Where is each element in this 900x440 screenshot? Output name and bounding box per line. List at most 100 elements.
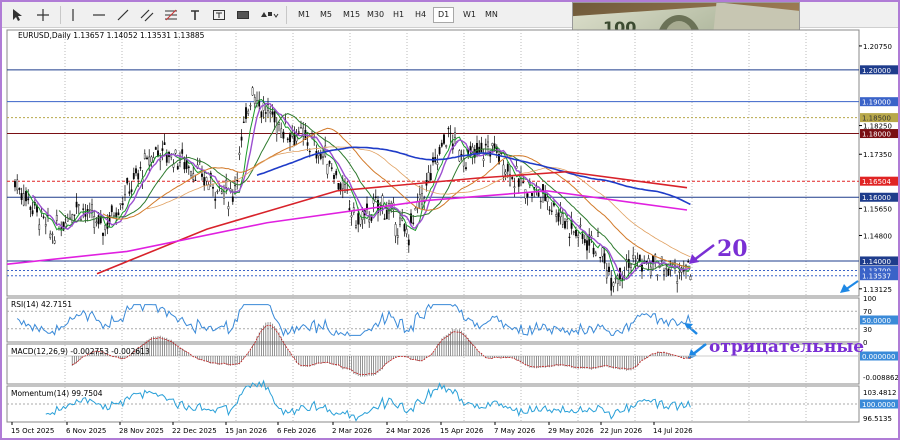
candle-body — [546, 197, 549, 202]
candle-body — [247, 110, 250, 114]
candle-body — [71, 214, 74, 223]
candle-body — [649, 266, 652, 276]
candle-body — [110, 205, 113, 213]
candle-body — [361, 211, 364, 220]
candle-body — [214, 198, 217, 201]
candle-body — [401, 217, 404, 221]
candle-body — [201, 173, 203, 177]
candle-body — [630, 264, 632, 268]
candle-body — [357, 213, 360, 225]
candle-body — [251, 87, 254, 96]
hline-icon[interactable] — [90, 6, 108, 24]
trendline-icon[interactable] — [114, 6, 132, 24]
candle-body — [623, 275, 626, 277]
rectangle-icon[interactable] — [234, 6, 252, 24]
time-axis-label: 24 Mar 2026 — [386, 427, 431, 435]
candle-body — [163, 142, 166, 146]
candle-body — [438, 147, 441, 155]
candle-body — [27, 198, 30, 201]
text-icon[interactable] — [186, 6, 204, 24]
candle-body — [18, 187, 21, 190]
candle-body — [194, 179, 197, 182]
candle-body — [480, 142, 483, 153]
candle-body — [269, 111, 272, 114]
candle-body — [641, 264, 643, 272]
candle-body — [561, 213, 564, 225]
time-axis-label: 15 Jan 2026 — [225, 427, 268, 435]
candle-body — [374, 196, 377, 198]
candle-body — [418, 194, 421, 200]
candle-body — [504, 171, 507, 175]
candle-body — [264, 112, 267, 114]
timeframe-m15-button[interactable]: M15 — [339, 7, 364, 23]
candle-body — [126, 178, 129, 184]
candle-body — [293, 134, 296, 146]
timeframe-mn-button[interactable]: MN — [481, 7, 502, 23]
time-axis-label: 28 Nov 2025 — [119, 427, 164, 435]
timeframe-m1-button[interactable]: M1 — [294, 7, 314, 23]
crosshair-icon[interactable] — [34, 6, 52, 24]
candle-body — [289, 134, 291, 143]
candle-body — [14, 181, 16, 188]
rsi-tick-label: 30 — [863, 326, 872, 334]
price-tick-label: 1.13125 — [863, 286, 892, 294]
candle-body — [566, 219, 569, 222]
candle-body — [124, 193, 126, 198]
candle-body — [638, 254, 641, 261]
timeframe-h1-button[interactable]: H1 — [389, 7, 408, 23]
candle-body — [128, 191, 131, 194]
candle-body — [594, 252, 597, 256]
candle-body — [614, 278, 617, 280]
candle-body — [381, 195, 384, 206]
label-icon[interactable] — [210, 6, 228, 24]
fibonacci-icon[interactable] — [162, 6, 180, 24]
candle-body — [234, 184, 236, 187]
vline-icon[interactable] — [66, 6, 80, 24]
candle-body — [306, 142, 309, 146]
candle-body — [278, 122, 280, 125]
timeframe-w1-button[interactable]: W1 — [459, 7, 480, 23]
candle-body — [117, 212, 120, 216]
candle-body — [443, 134, 445, 144]
candle-body — [396, 235, 399, 238]
candle-body — [183, 162, 186, 170]
candle-body — [262, 102, 265, 111]
time-axis-label: 6 Nov 2025 — [66, 427, 106, 435]
candle-body — [49, 233, 52, 238]
candle-body — [350, 215, 353, 218]
candle-body — [524, 189, 527, 199]
candle-body — [220, 191, 223, 194]
candle-body — [119, 203, 122, 206]
candle-body — [150, 156, 153, 163]
candle-body — [599, 256, 602, 259]
candle-body — [513, 186, 516, 188]
chart-area[interactable]: 1.20000 1.19000 1.18500 1.18000 1.16504 1.160… — [2, 28, 899, 438]
momentum-tick-label: 96.5135 — [863, 415, 892, 423]
candle-body — [487, 141, 489, 147]
candle-body — [531, 193, 533, 196]
timeframe-m30-button[interactable]: M30 — [363, 7, 388, 23]
candle-body — [73, 214, 76, 216]
candle-body — [663, 270, 665, 275]
timeframe-m5-button[interactable]: M5 — [316, 7, 336, 23]
price-level-label: 1.16504 — [862, 178, 891, 186]
candle-body — [16, 179, 19, 191]
channel-icon[interactable] — [138, 6, 156, 24]
candle-body — [161, 148, 164, 151]
candle-body — [689, 276, 692, 280]
cursor-icon[interactable] — [8, 6, 26, 24]
candle-body — [526, 193, 529, 197]
candle-body — [317, 153, 320, 157]
candle-body — [236, 179, 239, 182]
annotation-number: 20 — [717, 236, 748, 262]
candle-body — [77, 204, 80, 206]
rsi-badge-label: 50.0000 — [862, 317, 891, 325]
candle-body — [82, 208, 85, 210]
shapes-icon[interactable] — [258, 6, 280, 24]
candle-body — [612, 282, 615, 287]
candle-body — [44, 224, 47, 227]
price-tick-label: 1.18250 — [863, 123, 892, 131]
timeframe-h4-button[interactable]: H4 — [411, 7, 430, 23]
candle-body — [632, 254, 635, 259]
timeframe-d1-button[interactable]: D1 — [433, 7, 455, 23]
